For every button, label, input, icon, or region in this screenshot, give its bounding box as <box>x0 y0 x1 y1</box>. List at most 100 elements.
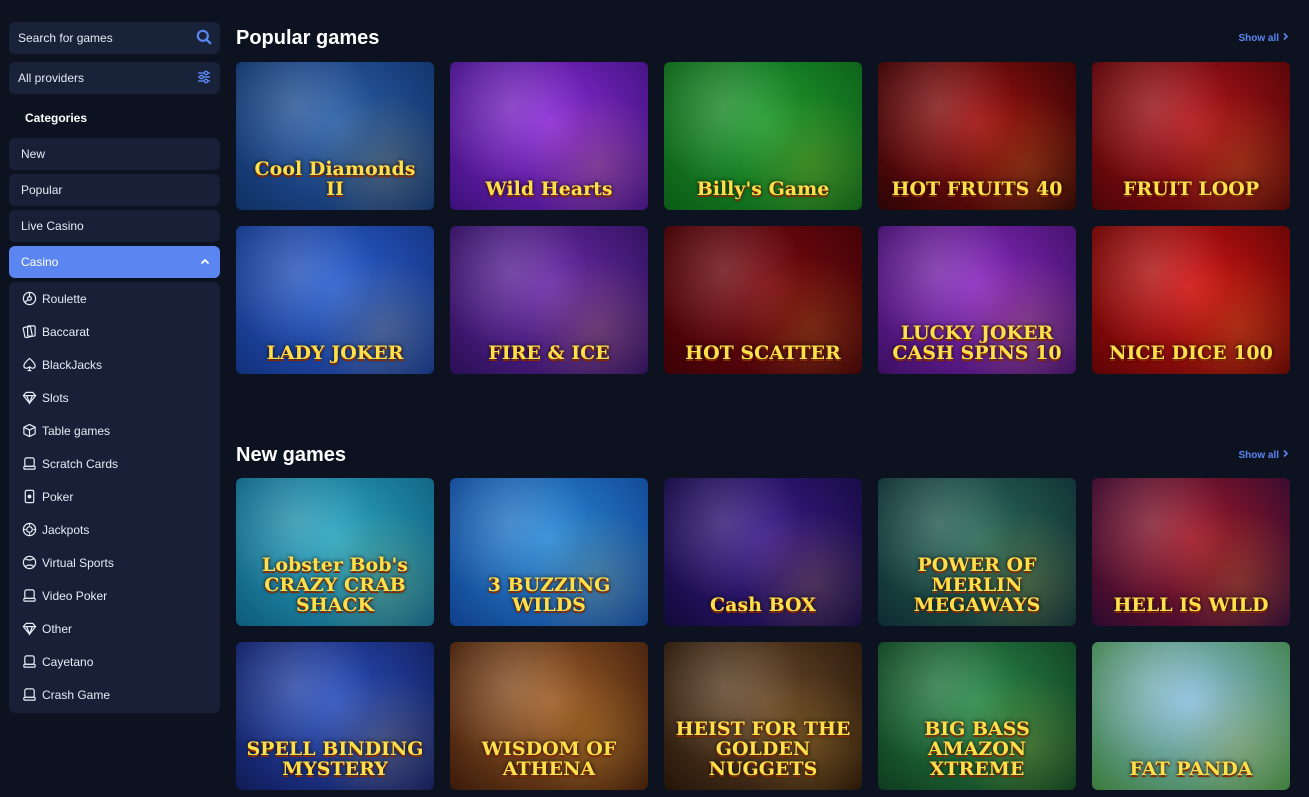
game-tile[interactable]: HEIST FOR THE GOLDEN NUGGETS <box>664 642 862 790</box>
game-tile[interactable]: WISDOM OF ATHENA <box>450 642 648 790</box>
game-title: Lobster Bob's CRAZY CRAB SHACK <box>261 554 409 617</box>
game-tile[interactable]: HOT FRUITS 40 <box>878 62 1076 210</box>
game-tile[interactable]: SPELL BINDING MYSTERY <box>236 642 434 790</box>
subcategory-video-poker[interactable]: Video Poker <box>9 579 220 612</box>
game-title: LUCKY JOKER CASH SPINS 10 <box>892 322 1062 365</box>
show-all-link[interactable]: Show all <box>1238 32 1289 44</box>
category-new[interactable]: New <box>9 138 220 170</box>
subcategory-label: Scratch Cards <box>42 456 119 471</box>
game-tile[interactable]: FAT PANDA <box>1092 642 1290 790</box>
section-title: New games <box>236 443 347 466</box>
subcategory-label: Virtual Sports <box>42 555 114 570</box>
scratch-icon <box>21 687 37 703</box>
subcategory-blackjacks[interactable]: BlackJacks <box>9 348 220 381</box>
subcategory-poker[interactable]: Poker <box>9 480 220 513</box>
section-title: Popular games <box>236 26 380 49</box>
sidebar: Search for games All providers Categorie… <box>9 22 220 713</box>
chevron-right-icon <box>1282 32 1289 44</box>
chevron-right-icon <box>1282 449 1289 461</box>
cards-icon <box>21 324 37 340</box>
section-header: Popular games Show all <box>236 22 1289 54</box>
subcategory-label: Crash Game <box>42 687 111 702</box>
category-label: New <box>21 147 46 161</box>
popular-games-section: Popular games Show all Cool Diamonds II W… <box>236 22 1290 374</box>
game-title: HOT FRUITS 40 <box>891 178 1063 201</box>
show-all-link[interactable]: Show all <box>1238 449 1289 461</box>
new-games-section: New games Show all Lobster Bob's CRAZY C… <box>236 439 1290 790</box>
subcategory-cayetano[interactable]: Cayetano <box>9 645 220 678</box>
game-tile[interactable]: LUCKY JOKER CASH SPINS 10 <box>878 226 1076 374</box>
game-title: POWER OF MERLIN MEGAWAYS <box>913 554 1041 617</box>
game-title: FRUIT LOOP <box>1122 178 1260 201</box>
diamond-icon <box>21 621 37 637</box>
subcategory-jackpots[interactable]: Jackpots <box>9 513 220 546</box>
subcategory-label: Jackpots <box>42 522 90 537</box>
game-tile[interactable]: NICE DICE 100 <box>1092 226 1290 374</box>
game-title: HOT SCATTER <box>685 342 841 365</box>
categories-heading: Categories <box>25 111 88 125</box>
filter-sliders-icon[interactable] <box>196 69 212 88</box>
subcategory-other[interactable]: Other <box>9 612 220 645</box>
card-icon <box>21 489 37 505</box>
subcategory-scratch-cards[interactable]: Scratch Cards <box>9 447 220 480</box>
subcategory-label: Video Poker <box>42 588 108 603</box>
game-title: FIRE & ICE <box>488 342 610 365</box>
game-tile[interactable]: Billy's Game <box>664 62 862 210</box>
scratch-icon <box>21 588 37 604</box>
game-title: FAT PANDA <box>1129 758 1253 781</box>
search-placeholder: Search for games <box>18 31 113 45</box>
category-casino[interactable]: Casino <box>9 246 220 278</box>
subcategory-roulette[interactable]: Roulette <box>9 282 220 315</box>
game-tile[interactable]: FRUIT LOOP <box>1092 62 1290 210</box>
game-title: WISDOM OF ATHENA <box>481 738 617 781</box>
game-tile[interactable]: HELL IS WILD <box>1092 478 1290 626</box>
game-title: Cool Diamonds II <box>254 158 416 201</box>
subcategory-slots[interactable]: Slots <box>9 381 220 414</box>
search-input[interactable]: Search for games <box>9 22 220 54</box>
game-tile[interactable]: BIG BASS AMAZON XTREME <box>878 642 1076 790</box>
game-grid: Lobster Bob's CRAZY CRAB SHACK 3 BUZZING … <box>236 478 1290 790</box>
subcategory-label: BlackJacks <box>42 357 103 372</box>
subcategory-baccarat[interactable]: Baccarat <box>9 315 220 348</box>
show-all-label: Show all <box>1238 32 1279 44</box>
dice-icon <box>21 423 37 439</box>
game-title: HEIST FOR THE GOLDEN NUGGETS <box>675 718 851 781</box>
category-label: Casino <box>21 255 59 269</box>
section-header: New games Show all <box>236 439 1289 471</box>
game-tile[interactable]: Lobster Bob's CRAZY CRAB SHACK <box>236 478 434 626</box>
subcategory-crash-game[interactable]: Crash Game <box>9 678 220 711</box>
game-tile[interactable]: LADY JOKER <box>236 226 434 374</box>
ball-icon <box>21 555 37 571</box>
game-title: BIG BASS AMAZON XTREME <box>924 718 1030 781</box>
game-tile[interactable]: Cool Diamonds II <box>236 62 434 210</box>
providers-label: All providers <box>18 71 85 85</box>
scratch-icon <box>21 654 37 670</box>
show-all-label: Show all <box>1238 449 1279 461</box>
game-tile[interactable]: POWER OF MERLIN MEGAWAYS <box>878 478 1076 626</box>
subcategory-label: Cayetano <box>42 654 94 669</box>
game-title: SPELL BINDING MYSTERY <box>246 738 424 781</box>
chevron-up-icon <box>200 255 210 269</box>
casino-subcategories: Roulette Baccarat BlackJacks Slots Table… <box>9 282 220 713</box>
game-tile[interactable]: 3 BUZZING WILDS <box>450 478 648 626</box>
subcategory-label: Baccarat <box>42 324 90 339</box>
search-icon[interactable] <box>196 29 212 48</box>
game-grid: Cool Diamonds II Wild Hearts Billy's Game H… <box>236 62 1290 374</box>
category-popular[interactable]: Popular <box>9 174 220 206</box>
category-label: Live Casino <box>21 219 84 233</box>
spade-icon <box>21 357 37 373</box>
subcategory-table-games[interactable]: Table games <box>9 414 220 447</box>
game-tile[interactable]: Cash BOX <box>664 478 862 626</box>
game-tile[interactable]: Wild Hearts <box>450 62 648 210</box>
game-title: Billy's Game <box>696 178 830 201</box>
subcategory-virtual-sports[interactable]: Virtual Sports <box>9 546 220 579</box>
diamond-icon <box>21 390 37 406</box>
scratch-icon <box>21 456 37 472</box>
game-tile[interactable]: HOT SCATTER <box>664 226 862 374</box>
game-tile[interactable]: FIRE & ICE <box>450 226 648 374</box>
roulette-icon <box>21 291 37 307</box>
game-title: LADY JOKER <box>266 342 404 365</box>
category-live-casino[interactable]: Live Casino <box>9 210 220 242</box>
category-label: Popular <box>21 183 63 197</box>
providers-select[interactable]: All providers <box>9 62 220 94</box>
